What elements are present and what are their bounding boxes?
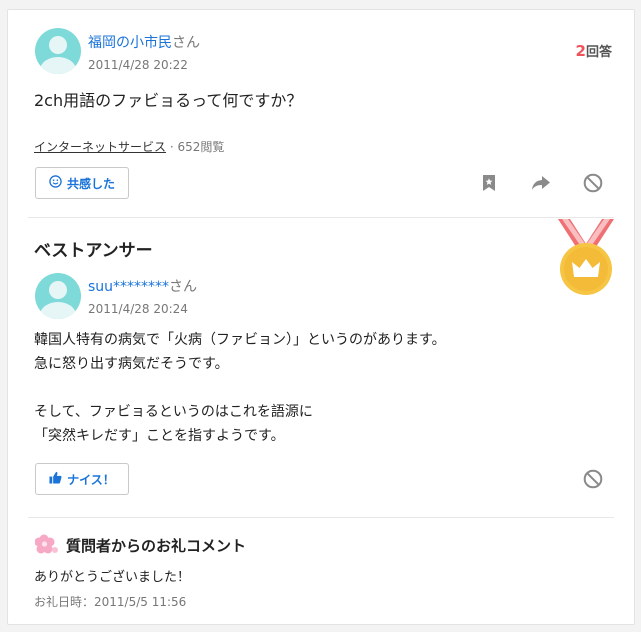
view-count: · 652閲覧 (169, 140, 225, 154)
answer-text: 韓国人特有の病気で「火病（ファビョン）」というのがあります。 急に怒り出す病気だ… (34, 332, 446, 444)
category-line: インターネットサービス · 652閲覧 (34, 138, 224, 155)
block-icon[interactable] (581, 467, 605, 491)
bookmark-icon[interactable] (477, 171, 501, 195)
thanks-title: 質問者からのお礼コメント (66, 537, 247, 555)
answerer-name-link[interactable]: suu********さん (88, 276, 197, 296)
questioner-suffix: さん (172, 35, 200, 51)
answer-count[interactable]: 2回答 (576, 41, 612, 60)
thumbs-up-icon (49, 471, 62, 487)
flower-icon (34, 534, 59, 556)
crown-medal-icon (556, 217, 616, 297)
best-answer-title: ベストアンサー (34, 241, 153, 261)
smile-icon (49, 175, 62, 191)
empathy-button[interactable]: 共感した (35, 167, 129, 199)
answer-date: 2011/4/28 20:24 (88, 302, 188, 316)
questioner-name-link[interactable]: 福岡の小市民さん (88, 32, 200, 52)
question-text: 2ch用語のファビョるって何ですか？ (34, 91, 303, 110)
questioner-name[interactable]: 福岡の小市民 (88, 35, 172, 51)
answer-count-label: 回答 (585, 45, 612, 60)
answerer-name[interactable]: suu******** (88, 279, 169, 295)
thanks-date: お礼日時：2011/5/5 11:56 (34, 595, 187, 609)
answer-count-number: 2 (575, 42, 586, 60)
question-date: 2011/4/28 20:22 (88, 58, 188, 72)
questioner-avatar[interactable] (35, 28, 81, 74)
empathy-label: 共感した (66, 176, 115, 191)
divider (28, 517, 614, 518)
nice-label: ナイス！ (67, 472, 115, 487)
nice-button[interactable]: ナイス！ (35, 463, 129, 495)
divider (28, 217, 614, 218)
category-link[interactable]: インターネットサービス (34, 140, 166, 154)
question-card: 福岡の小市民さん 2011/4/28 20:22 2回答 2ch用語のファビョる… (7, 9, 635, 625)
answerer-suffix: さん (169, 279, 198, 295)
thanks-comment: ありがとうございました！ (34, 570, 191, 585)
share-icon[interactable] (529, 171, 553, 195)
answerer-avatar[interactable] (35, 273, 81, 319)
block-icon[interactable] (581, 171, 605, 195)
